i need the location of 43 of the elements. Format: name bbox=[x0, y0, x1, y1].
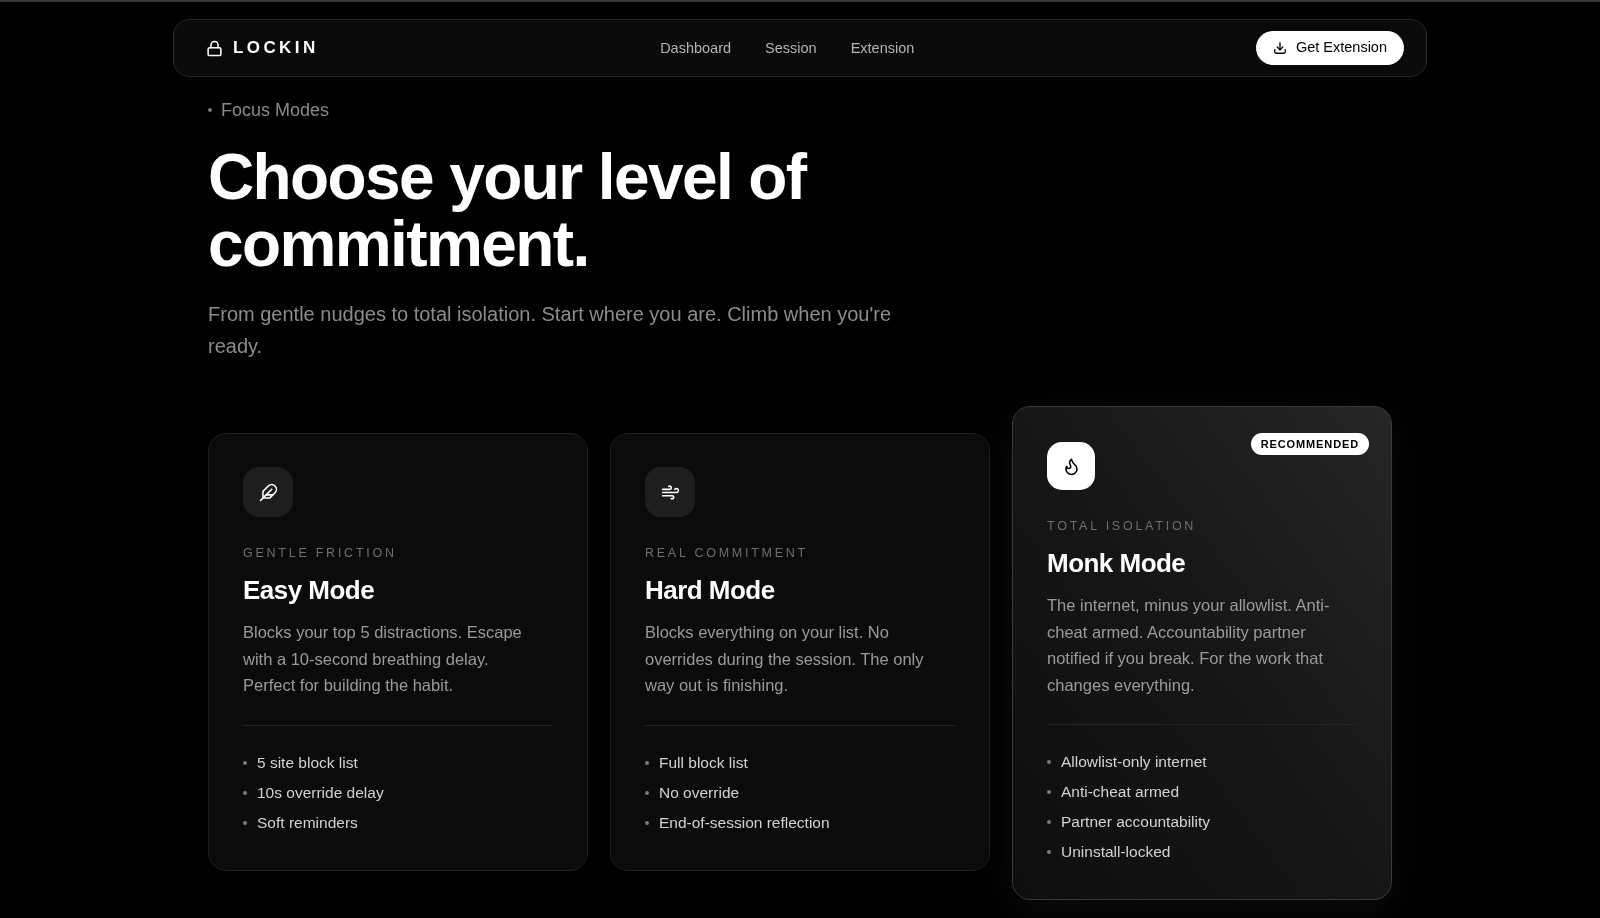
bullet-icon bbox=[243, 820, 247, 825]
feature-text: 5 site block list bbox=[257, 752, 358, 773]
bullet-icon bbox=[1047, 790, 1051, 794]
bullet-icon bbox=[1047, 850, 1051, 854]
feature-text: Partner accountability bbox=[1061, 812, 1211, 832]
section-eyebrow: Focus Modes bbox=[221, 100, 330, 120]
wind-icon bbox=[645, 467, 695, 517]
recommended-badge: RECOMMENDED bbox=[1250, 433, 1369, 455]
page-heading: Choose your level of commitment. bbox=[208, 144, 808, 278]
bullet-icon bbox=[645, 790, 649, 795]
bullet-icon bbox=[243, 790, 247, 795]
mode-description: Blocks your top 5 distractions. Escape with a 10-second breathing delay. Perfect for building the habit. bbox=[243, 622, 523, 696]
feature-text: Full block list bbox=[659, 752, 748, 773]
page-subtitle: From gentle nudges to total isolation. Start where you are. Climb when you're ready. bbox=[208, 302, 893, 359]
download-icon bbox=[1272, 41, 1287, 55]
mode-tagline: GENTLE FRICTION bbox=[243, 545, 398, 561]
feature-text: Allowlist-only internet bbox=[1061, 752, 1207, 772]
bullet-icon bbox=[645, 760, 649, 765]
mode-description: Blocks everything on your list. No overrides during the session. The only way out is finishing. bbox=[645, 622, 925, 696]
feature-text: 10s override delay bbox=[257, 782, 384, 803]
nav-link[interactable]: Dashboard bbox=[660, 39, 732, 57]
mode-description: The internet, minus your allowlist. Anti-cheat armed. Accountability partner notified if you break. For the work that changes everything. bbox=[1047, 595, 1331, 696]
mode-title: Easy Mode bbox=[243, 574, 376, 607]
get-extension-button[interactable]: Get Extension bbox=[1255, 31, 1404, 65]
bullet-icon bbox=[243, 760, 247, 765]
feature-text: End-of-session reflection bbox=[659, 812, 830, 833]
bullet-icon bbox=[1047, 760, 1051, 764]
flame-icon bbox=[1047, 442, 1095, 490]
mode-title: Hard Mode bbox=[645, 574, 776, 607]
feather-icon bbox=[243, 467, 293, 517]
nav-link[interactable]: Extension bbox=[850, 39, 915, 57]
feature-text: Soft reminders bbox=[257, 812, 358, 833]
mode-tagline: REAL COMMITMENT bbox=[645, 545, 809, 561]
feature-text: Uninstall-locked bbox=[1061, 842, 1171, 862]
feature-text: No override bbox=[659, 782, 740, 803]
mode-title: Monk Mode bbox=[1047, 547, 1187, 580]
feature-text: Anti-cheat armed bbox=[1061, 782, 1180, 802]
lock-icon bbox=[206, 39, 223, 57]
brand-name[interactable]: LOCKIN bbox=[233, 38, 319, 58]
bullet-icon bbox=[1047, 820, 1051, 824]
nav-link[interactable]: Session bbox=[765, 39, 817, 57]
bullet-icon bbox=[645, 820, 649, 825]
mode-tagline: TOTAL ISOLATION bbox=[1047, 518, 1198, 534]
